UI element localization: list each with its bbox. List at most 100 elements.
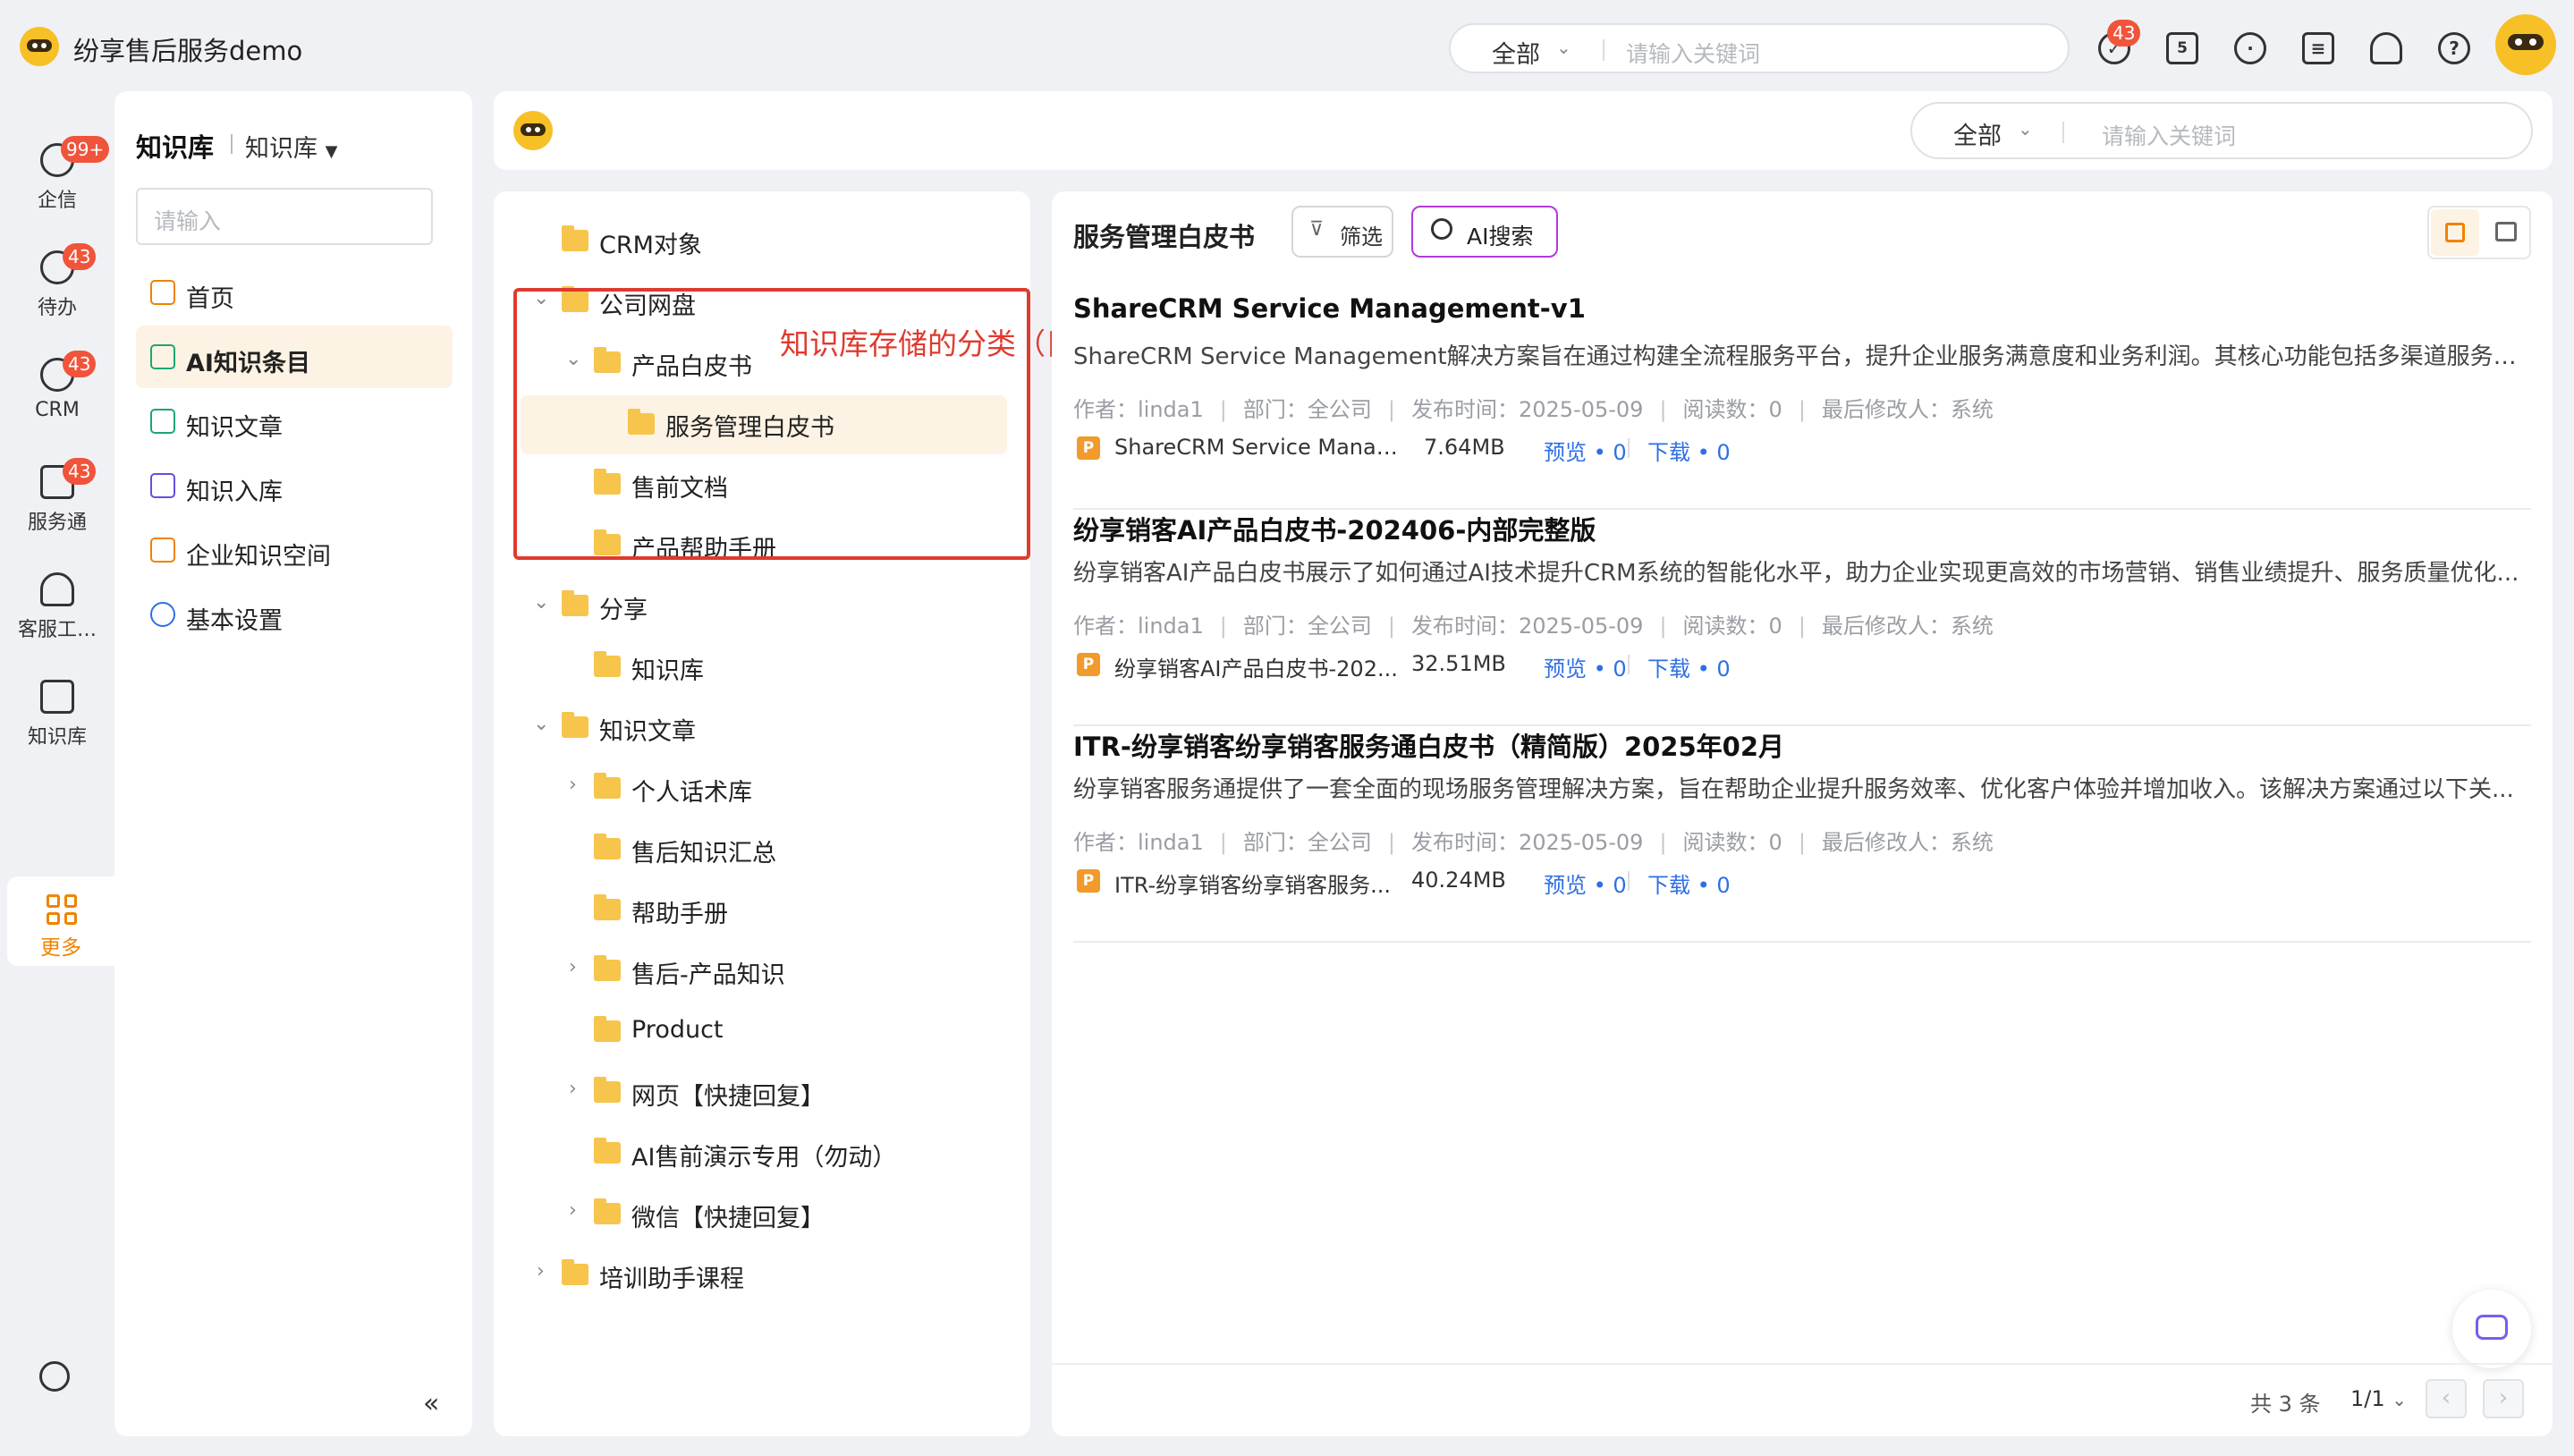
gear-icon[interactable]: [39, 1361, 70, 1392]
download-link[interactable]: 下载 • 0: [1647, 651, 1731, 682]
filter-button[interactable]: ⊽ 筛选: [1291, 206, 1393, 258]
collapse-sidebar-icon[interactable]: «: [423, 1388, 439, 1419]
nav-item-ai-entries[interactable]: AI知识条目: [136, 326, 453, 388]
prev-page-button[interactable]: ‹: [2426, 1379, 2467, 1418]
chevron-right-icon[interactable]: ›: [569, 774, 577, 796]
article-reads: 阅读数：0: [1682, 397, 1782, 422]
article-reads: 阅读数：0: [1682, 830, 1782, 855]
nav-item-settings[interactable]: 基本设置: [136, 583, 453, 646]
tree-node[interactable]: 售后知识汇总: [494, 826, 1030, 876]
tree-node-label: 网页【快捷回复】: [631, 1083, 825, 1111]
ai-assistant-button[interactable]: [2452, 1290, 2531, 1368]
rail-badge: 43: [63, 458, 97, 485]
category-title: 服务管理白皮书: [1073, 222, 1256, 252]
next-page-button[interactable]: ›: [2483, 1379, 2524, 1418]
user-settings-icon[interactable]: [2370, 32, 2402, 64]
rail-item-label: 企信: [37, 190, 77, 212]
rail-item-service[interactable]: 服务通: [0, 465, 114, 535]
ppt-file-icon: P: [1077, 436, 1100, 460]
chevron-down-icon: ⌄: [2018, 118, 2033, 140]
content-header: 全部 ⌄ 请输入关键词: [494, 91, 2553, 170]
chevron-right-icon[interactable]: ›: [537, 1260, 545, 1282]
global-search[interactable]: 全部 ⌄ 请输入关键词: [1449, 23, 2070, 73]
list-item[interactable]: ShareCRM Service Management-v1 ShareCRM …: [1073, 293, 2531, 510]
tree-node[interactable]: › 售后-产品知识: [494, 948, 1030, 998]
folder-icon: [594, 894, 621, 920]
attachment-name[interactable]: 纷享销客AI产品白皮书-202...: [1114, 651, 1399, 682]
article-title[interactable]: ShareCRM Service Management-v1: [1073, 293, 1586, 324]
tree-node[interactable]: › 个人话术库: [494, 766, 1030, 816]
nav-item-articles[interactable]: 知识文章: [136, 390, 453, 453]
ai-search-button[interactable]: AI搜索: [1411, 206, 1558, 258]
list-item[interactable]: 纷享销客AI产品白皮书-202406-内部完整版 纷享销客AI产品白皮书展示了如…: [1073, 510, 2531, 726]
folder-icon: [594, 651, 621, 677]
attachment-name[interactable]: ShareCRM Service Manag...: [1114, 435, 1399, 460]
tree-node[interactable]: › 微信【快捷回复】: [494, 1191, 1030, 1241]
search-scope-select[interactable]: 全部: [1953, 116, 2002, 151]
nav-item-home[interactable]: 首页: [136, 261, 453, 324]
folder-icon: [594, 955, 621, 981]
tree-node[interactable]: › 网页【快捷回复】: [494, 1070, 1030, 1120]
search-input[interactable]: 请输入关键词: [1626, 37, 1760, 69]
page-select[interactable]: 1/1 ⌄: [2350, 1386, 2407, 1411]
book-icon: [40, 680, 74, 714]
chevron-right-icon[interactable]: ›: [569, 1078, 577, 1100]
tree-node-label: 个人话术库: [631, 779, 752, 807]
nav-item-enterprise-space[interactable]: 企业知识空间: [136, 519, 453, 581]
preview-link[interactable]: 预览 • 0: [1544, 435, 1627, 466]
nav-item-import[interactable]: 知识入库: [136, 454, 453, 517]
avatar[interactable]: [2495, 14, 2556, 75]
tree-node[interactable]: ⌄ 知识文章: [494, 705, 1030, 755]
article-list-panel: 服务管理白皮书 ⊽ 筛选 AI搜索 ShareCRM Service Manag…: [1052, 191, 2553, 1436]
article-title[interactable]: 纷享销客AI产品白皮书-202406-内部完整版: [1073, 510, 1596, 547]
article-title[interactable]: ITR-纷享销客纷享销客服务通白皮书（精简版）2025年02月: [1073, 726, 1784, 764]
grid-view-button[interactable]: [2431, 209, 2479, 256]
folder-icon: [594, 1138, 621, 1164]
article-reads: 阅读数：0: [1682, 614, 1782, 639]
tree-node[interactable]: ⌄ 分享: [494, 583, 1030, 633]
search-scope-select[interactable]: 全部: [1492, 35, 1540, 70]
article-dept: 部门：全公司: [1242, 614, 1372, 639]
tree-node[interactable]: 帮助手册: [494, 887, 1030, 937]
tree-node[interactable]: AI售前演示专用（勿动）: [494, 1130, 1030, 1181]
folder-view-icon[interactable]: [2495, 222, 2517, 241]
rail-item-crm[interactable]: CRM: [0, 358, 114, 421]
download-link[interactable]: 下载 • 0: [1647, 435, 1731, 466]
list-item[interactable]: ITR-纷享销客纷享销客服务通白皮书（精简版）2025年02月 纷享销客服务通提…: [1073, 726, 2531, 943]
import-icon: [150, 473, 175, 498]
search-input[interactable]: 请输入关键词: [2102, 119, 2236, 151]
download-link[interactable]: 下载 • 0: [1647, 868, 1731, 899]
help-icon[interactable]: ?: [2438, 32, 2470, 64]
rail-item-customer-service[interactable]: 客服工…: [0, 572, 114, 642]
tree-node[interactable]: › 培训助手课程: [494, 1252, 1030, 1302]
tree-node[interactable]: CRM对象: [494, 218, 1030, 268]
tree-node-label: CRM对象: [599, 232, 702, 259]
folder-icon: [562, 225, 588, 251]
folder-icon: [562, 1259, 588, 1285]
chevron-right-icon[interactable]: ›: [569, 956, 577, 978]
calendar-icon[interactable]: 5: [2166, 32, 2198, 64]
folder-icon: [562, 590, 588, 616]
rail-item-knowledge[interactable]: 知识库: [0, 680, 114, 749]
clock-icon[interactable]: ·: [2234, 32, 2266, 64]
rail-item-todo[interactable]: 待办: [0, 250, 114, 320]
grid-icon: [2445, 223, 2465, 242]
filter-button-label: 筛选: [1340, 224, 1383, 250]
chevron-down-icon[interactable]: ⌄: [533, 591, 549, 614]
article-dept: 部门：全公司: [1242, 397, 1372, 422]
rail-item-more[interactable]: 更多: [7, 876, 114, 966]
attachment-name[interactable]: ITR-纷享销客纷享销客服务...: [1114, 868, 1399, 899]
nav-search-input[interactable]: 请输入: [136, 188, 433, 245]
divider: [1628, 871, 1630, 891]
tree-node[interactable]: 知识库: [494, 644, 1030, 694]
article-meta: 作者：linda1 | 部门：全公司 | 发布时间：2025-05-09 | 阅读数：0 | 最…: [1073, 830, 1994, 855]
chevron-down-icon[interactable]: ⌄: [533, 713, 549, 735]
tree-node[interactable]: Product: [494, 1009, 1030, 1059]
preview-link[interactable]: 预览 • 0: [1544, 868, 1627, 899]
inbox-icon[interactable]: ≡: [2302, 32, 2334, 64]
chevron-right-icon[interactable]: ›: [569, 1199, 577, 1222]
knowledge-search[interactable]: 全部 ⌄ 请输入关键词: [1910, 102, 2533, 159]
knowledge-base-select[interactable]: 知识库 ▼: [245, 129, 337, 164]
view-toggle[interactable]: [2427, 206, 2531, 259]
preview-link[interactable]: 预览 • 0: [1544, 651, 1627, 682]
